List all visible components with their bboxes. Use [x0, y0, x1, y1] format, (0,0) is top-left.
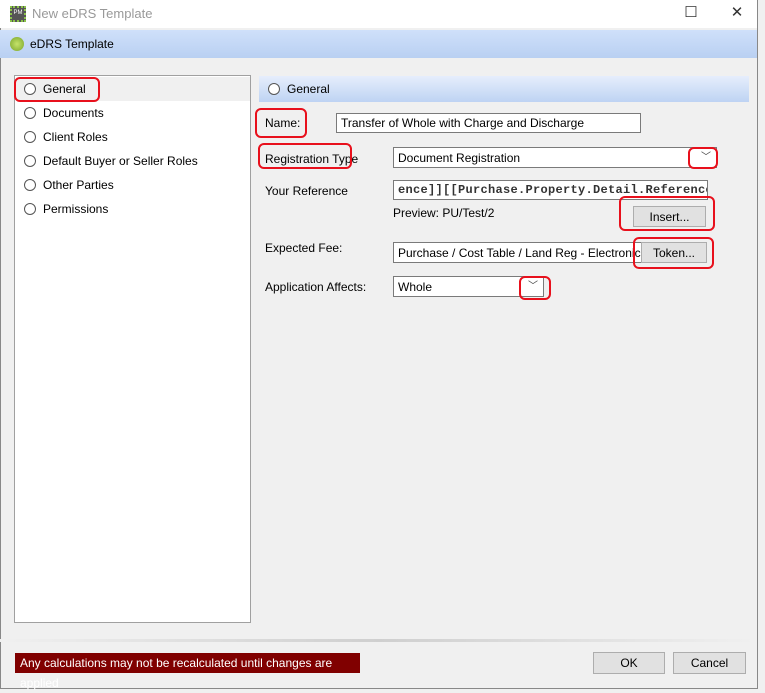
sidebar-nav: General Documents Client Roles Default B…	[14, 75, 251, 623]
radio-icon	[24, 107, 36, 119]
section-title: General	[287, 82, 330, 96]
ok-button[interactable]: OK	[593, 652, 665, 674]
template-icon	[10, 37, 24, 51]
reference-preview: Preview: PU/Test/2	[393, 206, 495, 220]
annotation-highlight	[519, 276, 551, 300]
expected-fee-label: Expected Fee:	[265, 241, 343, 255]
annotation-highlight	[14, 77, 100, 102]
maximize-button[interactable]: ☐	[676, 2, 706, 24]
sidebar-item-client-roles[interactable]: Client Roles	[16, 125, 250, 149]
warning-banner: Any calculations may not be recalculated…	[15, 653, 360, 690]
sidebar-item-permissions[interactable]: Permissions	[16, 197, 250, 221]
name-input[interactable]: Transfer of Whole with Charge and Discha…	[336, 113, 641, 133]
your-reference-label: Your Reference	[265, 184, 348, 198]
sidebar-item-default-roles[interactable]: Default Buyer or Seller Roles	[16, 149, 250, 173]
radio-icon	[24, 179, 36, 191]
sidebar-item-other-parties[interactable]: Other Parties	[16, 173, 250, 197]
annotation-highlight	[258, 143, 352, 169]
annotation-highlight	[255, 108, 307, 138]
title-bar: PM New eDRS Template ☐ ✕	[0, 0, 757, 28]
radio-icon	[24, 155, 36, 167]
radio-icon	[24, 203, 36, 215]
sidebar-item-label: Default Buyer or Seller Roles	[43, 154, 198, 168]
window-title: New eDRS Template	[32, 6, 153, 21]
sidebar-item-label: Documents	[43, 106, 104, 120]
annotation-highlight	[619, 196, 715, 231]
app-logo-icon: PM	[10, 6, 26, 22]
header-title: eDRS Template	[30, 37, 114, 51]
registration-type-select[interactable]: Document Registration ﹀	[393, 147, 717, 168]
cancel-button[interactable]: Cancel	[673, 652, 746, 674]
footer-divider	[0, 639, 757, 642]
annotation-highlight	[633, 237, 714, 269]
expected-fee-input[interactable]: Purchase / Cost Table / Land Reg - Elect…	[393, 242, 643, 263]
section-header: General	[259, 76, 749, 102]
annotation-highlight	[688, 147, 718, 169]
radio-icon	[268, 83, 280, 95]
sidebar-item-label: Client Roles	[43, 130, 108, 144]
registration-type-value: Document Registration	[398, 150, 521, 165]
sidebar-item-documents[interactable]: Documents	[16, 101, 250, 125]
application-affects-value: Whole	[398, 279, 433, 294]
sidebar-item-label: Other Parties	[43, 178, 114, 192]
close-button[interactable]: ✕	[722, 2, 752, 24]
application-affects-label: Application Affects:	[265, 280, 367, 294]
sidebar-item-label: Permissions	[43, 202, 109, 216]
radio-icon	[24, 131, 36, 143]
